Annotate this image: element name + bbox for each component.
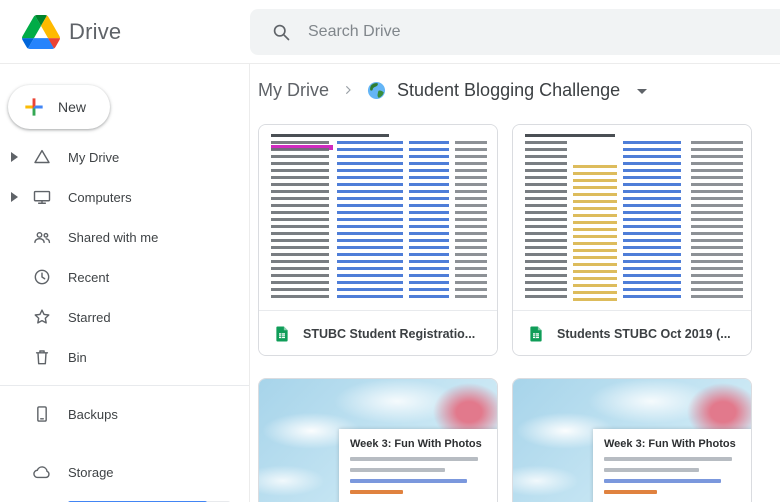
sidebar-item-label: My Drive [68,150,119,165]
file-card-footer: Students STUBC Oct 2019 (... [513,311,751,356]
clock-icon [30,267,54,287]
expand-arrow-icon[interactable] [10,152,30,162]
computer-icon [30,187,54,207]
app-title: Drive [69,19,121,45]
expand-arrow-icon[interactable] [10,192,30,202]
device-backup-icon [30,404,54,424]
google-drive-app: Drive New [0,0,780,502]
star-icon [30,307,54,327]
drive-logo-icon [22,15,60,49]
thumbnail-doc-title: Week 3: Fun With Photos [604,438,743,450]
sidebar-item-shared-with-me[interactable]: Shared with me [0,217,249,257]
file-thumbnail [259,125,497,311]
sidebar-item-bin[interactable]: Bin [0,337,249,377]
sidebar: New My Drive [0,64,250,502]
drive-logo-area[interactable]: Drive [0,15,250,49]
breadcrumb-my-drive[interactable]: My Drive [258,80,329,101]
sidebar-item-my-drive[interactable]: My Drive [0,137,249,177]
file-title: STUBC Student Registratio... [303,327,475,341]
sidebar-nav: My Drive Computers [0,137,249,377]
top-bar: Drive [0,0,780,64]
main-content: My Drive Student Blogging Challenge [250,64,780,502]
cloud-icon [30,462,54,482]
file-card[interactable]: Students STUBC Oct 2019 (... [512,124,752,356]
file-thumbnail: Week 3: Fun With Photos [513,379,751,502]
new-button-label: New [58,99,86,115]
file-thumbnail: Week 3: Fun With Photos [259,379,497,502]
file-card-footer: STUBC Student Registratio... [259,311,497,356]
sheets-icon [273,325,291,343]
breadcrumb: My Drive Student Blogging Challenge [258,77,780,103]
sidebar-divider [0,385,249,386]
sidebar-item-starred[interactable]: Starred [0,297,249,337]
thumbnail-doc-page: Week 3: Fun With Photos [339,429,497,502]
file-thumbnail [513,125,751,311]
sidebar-item-recent[interactable]: Recent [0,257,249,297]
file-grid: STUBC Student Registratio... [258,124,780,502]
multicolor-plus-icon [21,94,47,120]
sidebar-item-backups[interactable]: Backups [0,394,249,434]
file-card[interactable]: STUBC Student Registratio... [258,124,498,356]
breadcrumb-current-folder[interactable]: Student Blogging Challenge [397,80,620,101]
search-input[interactable] [308,23,780,41]
folder-dropdown-icon[interactable] [637,89,647,94]
folder-globe-icon [367,81,386,100]
sidebar-item-storage[interactable]: Storage [0,452,249,492]
sidebar-item-label: Shared with me [68,230,158,245]
search-bar[interactable] [250,9,780,55]
trash-icon [30,347,54,367]
sidebar-item-computers[interactable]: Computers [0,177,249,217]
file-card[interactable]: Week 3: Fun With Photos [512,378,752,502]
sidebar-item-label: Starred [68,310,111,325]
sidebar-item-label: Recent [68,270,109,285]
sidebar-item-label: Backups [68,407,118,422]
sidebar-item-label: Computers [68,190,132,205]
breadcrumb-chevron-icon [340,82,356,98]
sidebar-item-label: Bin [68,350,87,365]
drive-triangle-icon [30,147,54,167]
thumbnail-doc-page: Week 3: Fun With Photos [593,429,751,502]
new-button[interactable]: New [8,85,110,129]
file-card[interactable]: Week 3: Fun With Photos [258,378,498,502]
people-icon [30,227,54,247]
thumbnail-doc-title: Week 3: Fun With Photos [350,438,489,450]
file-title: Students STUBC Oct 2019 (... [557,327,731,341]
sheets-icon [527,325,545,343]
search-icon[interactable] [271,22,291,42]
sidebar-item-label: Storage [68,465,114,480]
